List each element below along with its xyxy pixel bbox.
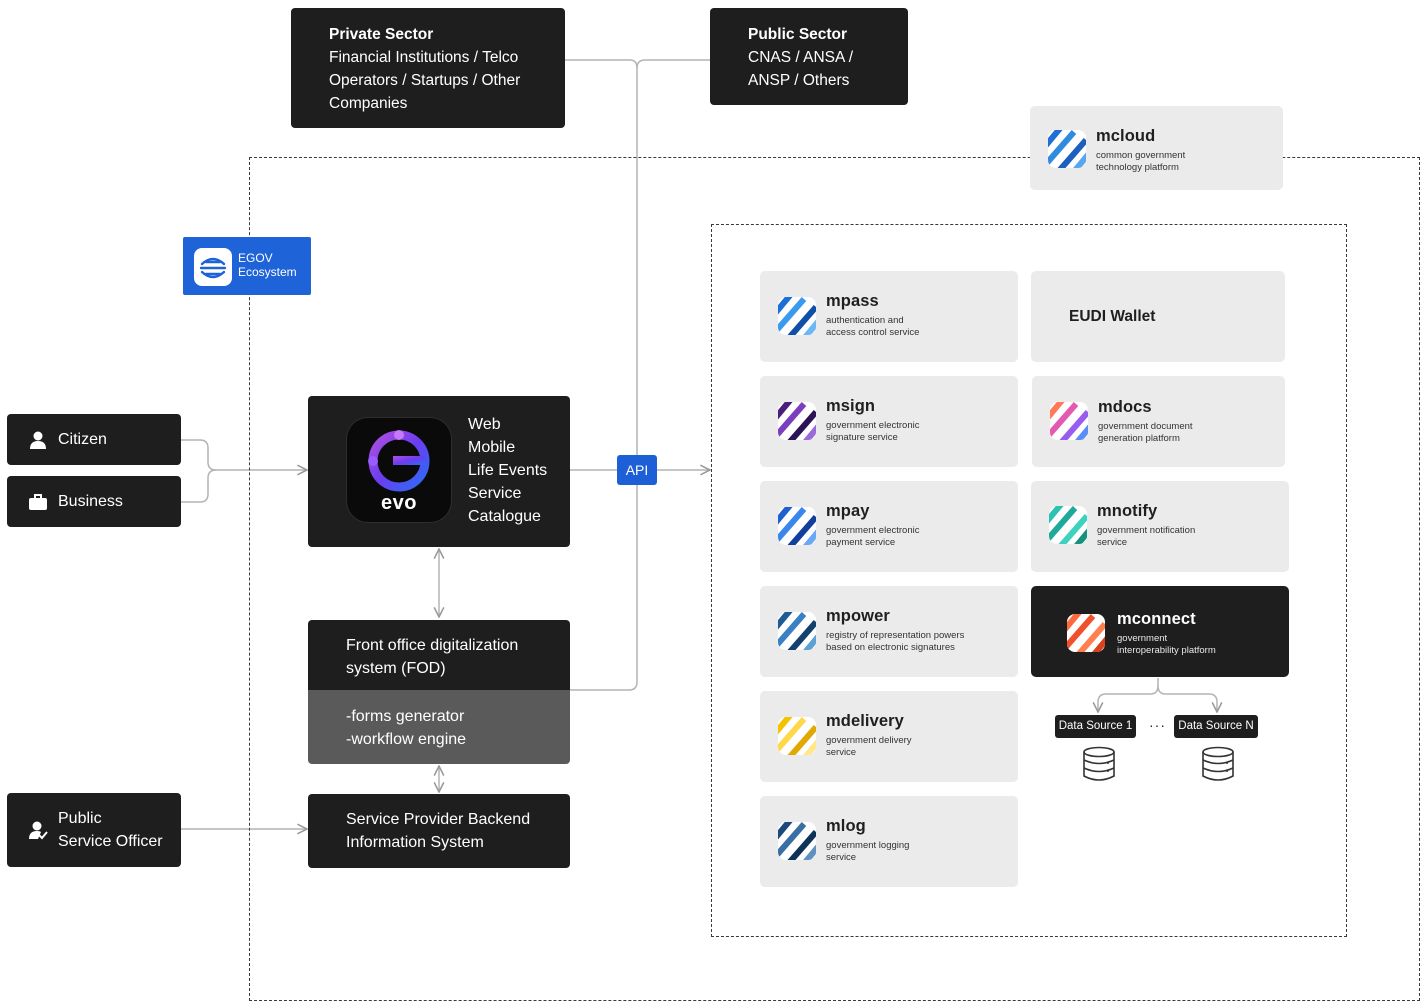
api-badge: API (617, 455, 657, 485)
data-source-separator: ··· (1149, 717, 1166, 733)
mpower-card: mpower registry of representation powers … (760, 586, 1018, 677)
evo-logo: evo (346, 417, 452, 523)
mlog-card: mlog government logging service (760, 796, 1018, 887)
private-sector-title: Private Sector (329, 26, 434, 43)
mdelivery-stripe-icon (778, 717, 816, 755)
private-sector-description: Financial Institutions / Telco Operators… (329, 49, 521, 112)
public-sector-description: CNAS / ANSA / ANSP / Others (748, 49, 854, 89)
eudi-wallet-label: EUDI Wallet (1069, 308, 1156, 325)
citizen-label: Citizen (58, 430, 107, 448)
mdelivery-name: mdelivery (826, 712, 904, 730)
mconnect-card: mconnect government interoperability pla… (1031, 586, 1289, 677)
egov-logo-icon (194, 248, 232, 286)
database-icon (1082, 746, 1116, 782)
evo-channels-list: Web Mobile Life Events Service Catalogue (468, 413, 547, 528)
briefcase-icon (28, 492, 48, 512)
egov-ecosystem-label: EGOV Ecosystem (238, 251, 297, 279)
mdelivery-description: government delivery service (826, 735, 912, 758)
evo-item-web: Web (468, 416, 501, 433)
mnotify-card: mnotify government notification service (1031, 481, 1289, 572)
mdelivery-card: mdelivery government delivery service (760, 691, 1018, 782)
citizen-actor: Citizen (7, 414, 181, 465)
public-sector-box: Public Sector CNAS / ANSA / ANSP / Other… (710, 8, 908, 105)
egov-ecosystem-badge: EGOV Ecosystem (183, 237, 311, 295)
business-label: Business (58, 492, 123, 510)
mcloud-name: mcloud (1096, 127, 1156, 145)
fod-title-box: Front office digitalization system (FOD) (308, 620, 570, 691)
mcloud-card: mcloud common government technology plat… (1030, 106, 1283, 190)
mnotify-name: mnotify (1097, 502, 1158, 520)
eudi-wallet-card: EUDI Wallet (1031, 271, 1285, 362)
mlog-description: government logging service (826, 840, 910, 863)
mnotify-stripe-icon (1049, 506, 1087, 544)
mpass-stripe-icon (778, 297, 816, 335)
mdocs-card: mdocs government document generation pla… (1032, 376, 1285, 467)
evo-portal-box: evo Web Mobile Life Events Service Catal… (308, 396, 570, 547)
mpass-name: mpass (826, 292, 879, 310)
mdocs-description: government document generation platform (1098, 421, 1193, 444)
data-source-last: Data Source N (1174, 715, 1258, 738)
msign-description: government electronic signature service (826, 420, 920, 443)
mnotify-description: government notification service (1097, 525, 1196, 548)
mpay-card: mpay government electronic payment servic… (760, 481, 1018, 572)
mpass-card: mpass authentication and access control s… (760, 271, 1018, 362)
mpass-description: authentication and access control servic… (826, 315, 920, 338)
mcloud-stripe-icon (1048, 130, 1086, 168)
mpay-name: mpay (826, 502, 870, 520)
mdocs-name: mdocs (1098, 398, 1152, 416)
mconnect-name: mconnect (1117, 610, 1196, 628)
public-service-officer-label: Public Service Officer (58, 810, 163, 850)
evo-item-catalogue: Catalogue (468, 508, 541, 525)
msign-card: msign government electronic signature ser… (760, 376, 1018, 467)
business-actor: Business (7, 476, 181, 527)
database-icon (1201, 746, 1235, 782)
public-sector-title: Public Sector (748, 26, 848, 43)
msign-stripe-icon (778, 402, 816, 440)
mlog-name: mlog (826, 817, 866, 835)
evo-logo-text: evo (381, 492, 417, 514)
mconnect-description: government interoperability platform (1117, 633, 1216, 656)
service-provider-backend-box: Service Provider Backend Information Sys… (308, 794, 570, 868)
mpay-description: government electronic payment service (826, 525, 920, 548)
evo-item-service: Service (468, 485, 522, 502)
mcloud-description: common government technology platform (1096, 150, 1186, 173)
evo-item-life-events: Life Events (468, 462, 548, 479)
person-icon (28, 430, 48, 450)
data-source-first: Data Source 1 (1055, 715, 1136, 738)
mlog-stripe-icon (778, 822, 816, 860)
msign-name: msign (826, 397, 876, 415)
mpower-stripe-icon (778, 612, 816, 650)
mdocs-stripe-icon (1050, 402, 1088, 440)
public-service-officer-actor: Public Service Officer (7, 793, 181, 867)
officer-icon (28, 820, 48, 840)
mpower-description: registry of representation powers based … (826, 630, 965, 653)
fod-details-box: -forms generator -workflow engine (308, 690, 570, 764)
mpay-stripe-icon (778, 507, 816, 545)
mpower-name: mpower (826, 607, 890, 625)
private-sector-box: Private Sector Financial Institutions / … (291, 8, 565, 128)
evo-item-mobile: Mobile (468, 439, 516, 456)
mconnect-stripe-icon (1067, 614, 1105, 652)
